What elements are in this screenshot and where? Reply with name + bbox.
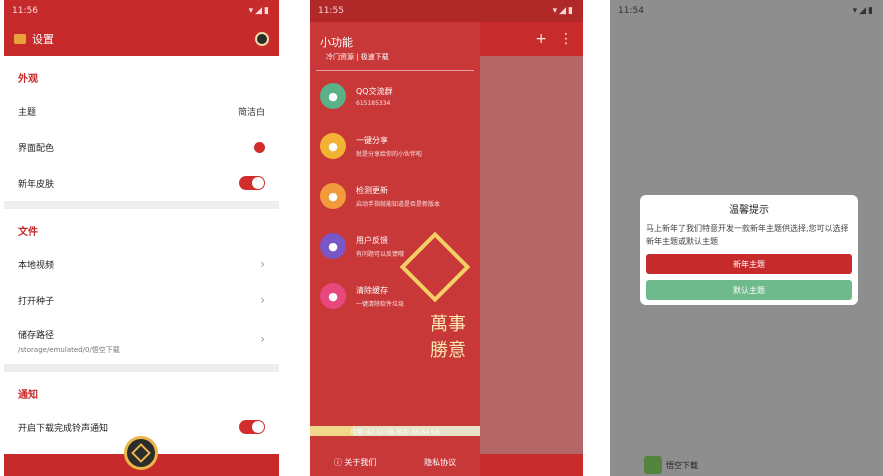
app-logo-icon [14, 34, 26, 44]
divider [4, 364, 279, 372]
avatar[interactable] [255, 32, 269, 46]
status-bar: 11:55 ▾◢▮ [310, 0, 583, 22]
drawer-screen: 11:55 ▾◢▮ + ⋮ 小功能 冷门资源 | 极速下载 ● QQ交流群 6151… [310, 0, 583, 476]
color-swatch[interactable] [254, 141, 265, 153]
status-time: 11:55 [318, 6, 344, 16]
status-bar: 11:56 ▾◢▮ [4, 0, 279, 22]
section-title-notify: 通知 [18, 390, 38, 401]
drawer-title: 小功能 [320, 36, 353, 49]
storage-path-row[interactable]: 储存路径 /storage/emulated/0/悟空下载 › [4, 318, 279, 364]
theme-row[interactable]: 主题 简洁白 [4, 93, 279, 129]
drawer-item[interactable]: ● QQ交流群 615185334 [310, 71, 480, 121]
status-bar: 11:54 ▾◢▮ [610, 0, 883, 22]
storage-progress-bar: 可用: 42.12 GB 总共: 55.84 GB [310, 426, 480, 436]
new-year-skin-toggle[interactable] [239, 176, 265, 190]
drawer-item-text: 一键分享就是分享给你的小伙伴啦 [356, 135, 422, 158]
add-icon[interactable]: + [535, 31, 547, 47]
drawer-item-subtitle: 615185334 [356, 99, 391, 107]
color-scheme-label: 界面配色 [18, 143, 55, 154]
new-year-skin-label: 新年皮肤 [18, 179, 55, 190]
share-icon: ● [320, 133, 346, 159]
drawer-item-label: 用户反馈 [356, 235, 388, 245]
signal-battery-icon: ▾◢▮ [248, 6, 271, 16]
drawer-item[interactable]: ● 一键分享就是分享给你的小伙伴啦 [310, 121, 480, 171]
drawer-item-text: 检测更新启动手指就能知道是否是新版本 [356, 185, 440, 208]
drawer-item[interactable]: ● 检测更新启动手指就能知道是否是新版本 [310, 171, 480, 221]
storage-progress-fill [310, 426, 353, 436]
background-body [480, 56, 583, 454]
chevron-right-icon: › [260, 293, 265, 307]
drawer-item-subtitle: 就是分享给你的小伙伴啦 [356, 150, 423, 158]
theme-value: 简洁白 [237, 107, 265, 118]
drawer-item-text: QQ交流群 615185334 [356, 86, 393, 107]
page-title: 设置 [32, 33, 54, 46]
app-name: 悟空下载 [666, 460, 698, 470]
drawer-item-subtitle: 启动手指就能知道是否是新版本 [356, 200, 441, 208]
local-video-row[interactable]: 本地视频 › [4, 246, 279, 282]
new-year-theme-button[interactable]: 新年主题 [646, 254, 852, 274]
background-app-bar: + ⋮ [480, 22, 583, 56]
open-seed-row[interactable]: 打开种子 › [4, 282, 279, 318]
chevron-right-icon: › [260, 257, 265, 271]
drawer-subtitle: 冷门资源 | 极速下载 [316, 52, 474, 71]
status-time: 11:54 [618, 6, 644, 16]
divider [4, 201, 279, 209]
signal-battery-icon: ▾◢▮ [852, 6, 875, 16]
splash-footer: 悟空下载 [610, 454, 883, 476]
drawer-item-label: 清除缓存 [356, 285, 388, 295]
storage-path-value: /storage/emulated/0/悟空下载 [18, 345, 120, 354]
chevron-right-icon: › [260, 332, 265, 346]
center-nav-button[interactable] [124, 436, 158, 470]
status-time: 11:56 [12, 6, 38, 16]
drawer-item-label: 检测更新 [356, 185, 388, 195]
notice-dialog: 温馨提示 马上新年了我们特意开发一款新年主题供选择,您可以选择新年主题或默认主题… [640, 195, 858, 305]
dialog-screen: 11:54 ▾◢▮ 温馨提示 马上新年了我们特意开发一款新年主题供选择,您可以选… [610, 0, 883, 476]
broom-icon: ● [320, 283, 346, 309]
dialog-message: 马上新年了我们特意开发一款新年主题供选择,您可以选择新年主题或默认主题 [646, 224, 849, 246]
drawer-item-subtitle: 一键清除软件垃圾 [356, 300, 405, 308]
about-label: 关于我们 [344, 458, 377, 467]
drawer-footer: ⓘ 关于我们 隐私协议 [310, 457, 480, 468]
side-drawer: 小功能 冷门资源 | 极速下载 ● QQ交流群 615185334 ● 一键分享就是分享… [310, 22, 480, 476]
privacy-link[interactable]: 隐私协议 [424, 457, 456, 468]
about-link[interactable]: ⓘ 关于我们 [334, 457, 377, 468]
drawer-item-label: 一键分享 [356, 135, 388, 145]
app-bar: 设置 [4, 22, 279, 56]
theme-label: 主题 [18, 107, 37, 118]
default-theme-button[interactable]: 默认主题 [646, 280, 852, 300]
drawer-item-text: 用户反馈有问题可以反馈哦 [356, 235, 404, 258]
section-title-files: 文件 [18, 227, 38, 238]
storage-progress-text: 可用: 42.12 GB 总共: 55.84 GB [350, 428, 440, 436]
storage-path-label: 储存路径 [18, 330, 55, 341]
people-icon: ● [320, 83, 346, 109]
dialog-title: 温馨提示 [729, 205, 769, 216]
section-title-appearance: 外观 [18, 74, 38, 85]
question-icon: ⓘ [333, 458, 345, 467]
drawer-item-label: QQ交流群 [356, 86, 393, 96]
drawer-item-subtitle: 有问题可以反馈哦 [356, 250, 405, 258]
open-seed-label: 打开种子 [18, 296, 55, 307]
decoration-text: 萬事勝意 [430, 314, 466, 361]
more-icon[interactable]: ⋮ [559, 31, 573, 47]
color-scheme-row[interactable]: 界面配色 [4, 129, 279, 165]
drawer-menu: ● QQ交流群 615185334 ● 一键分享就是分享给你的小伙伴啦 ● 检测更新启动手指… [310, 71, 480, 321]
background-bottom-nav [480, 454, 583, 476]
ring-notify-toggle[interactable] [239, 420, 265, 434]
drawer-item-text: 清除缓存一键清除软件垃圾 [356, 285, 404, 308]
bell-icon: ● [320, 183, 346, 209]
ring-notify-label: 开启下载完成铃声通知 [18, 423, 109, 434]
signal-battery-icon: ▾◢▮ [552, 6, 575, 16]
settings-screen: 11:56 ▾◢▮ 设置 外观 主题 简洁白 界面配色 新年皮肤 文件 本地视频… [4, 0, 279, 476]
new-year-skin-row: 新年皮肤 [4, 165, 279, 201]
local-video-label: 本地视频 [18, 260, 55, 271]
background-screen: + ⋮ [480, 22, 583, 476]
feedback-icon: ● [320, 233, 346, 259]
